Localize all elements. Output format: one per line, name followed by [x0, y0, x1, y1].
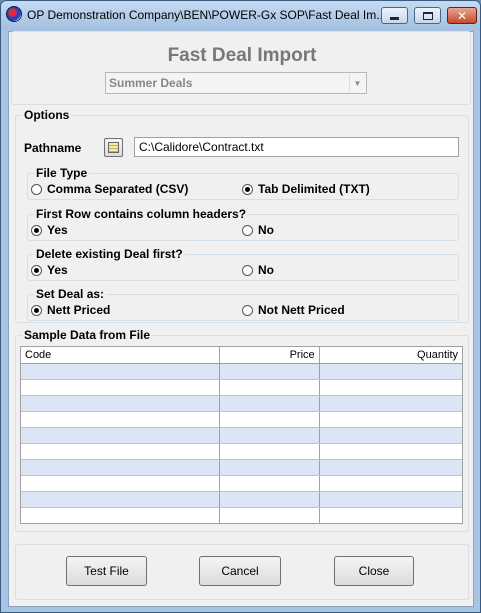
minimize-icon	[390, 17, 399, 20]
table-cell[interactable]	[21, 364, 221, 379]
table-row[interactable]	[21, 476, 462, 492]
radio-delete-yes[interactable]: Yes	[31, 263, 68, 277]
table-cell[interactable]	[220, 444, 320, 459]
table-cell[interactable]	[21, 428, 221, 443]
sample-data-label: Sample Data from File	[22, 328, 153, 342]
table-cell[interactable]	[220, 428, 320, 443]
close-icon: ✕	[456, 8, 468, 23]
radio-csv-indicator[interactable]	[31, 183, 42, 195]
table-cell[interactable]	[21, 460, 221, 475]
close-button[interactable]: Close	[334, 556, 414, 586]
close-window-button[interactable]: ✕	[447, 7, 477, 24]
table-cell[interactable]	[320, 380, 462, 395]
table-cell[interactable]	[220, 380, 320, 395]
table-cell[interactable]	[21, 444, 221, 459]
table-cell[interactable]	[220, 460, 320, 475]
table-row[interactable]	[21, 412, 462, 428]
deal-select[interactable]: Summer Deals ▼	[105, 72, 367, 94]
table-cell[interactable]	[320, 476, 462, 491]
delete-deal-label: Delete existing Deal first?	[34, 247, 185, 261]
table-row[interactable]	[21, 396, 462, 412]
test-file-button[interactable]: Test File	[66, 556, 147, 586]
table-cell[interactable]	[220, 396, 320, 411]
table-cell[interactable]	[320, 396, 462, 411]
table-body	[21, 364, 462, 523]
table-cell[interactable]	[320, 444, 462, 459]
app-icon	[6, 6, 22, 22]
table-row[interactable]	[21, 492, 462, 508]
browse-button[interactable]	[104, 138, 123, 157]
chevron-down-icon[interactable]: ▼	[349, 74, 365, 92]
window-title: OP Demonstration Company\BEN\POWER-Gx SO…	[27, 8, 387, 22]
pathname-label: Pathname	[24, 141, 82, 155]
table-row[interactable]	[21, 364, 462, 380]
radio-headers-yes-label: Yes	[47, 223, 68, 237]
table-cell[interactable]	[21, 476, 221, 491]
table-cell[interactable]	[320, 428, 462, 443]
sample-data-table[interactable]: Code Price Quantity	[20, 346, 463, 524]
radio-delete-no-indicator[interactable]	[242, 264, 253, 276]
radio-delete-yes-label: Yes	[47, 263, 68, 277]
radio-txt[interactable]: Tab Delimited (TXT)	[242, 182, 370, 196]
radio-nett-priced[interactable]: Nett Priced	[31, 303, 110, 317]
radio-nett-priced-label: Nett Priced	[47, 303, 111, 317]
headers-label: First Row contains column headers?	[34, 207, 249, 221]
radio-not-nett-priced[interactable]: Not Nett Priced	[242, 303, 345, 317]
radio-csv-label: Comma Separated (CSV)	[47, 182, 189, 196]
radio-headers-no-indicator[interactable]	[242, 224, 253, 236]
radio-nett-priced-indicator[interactable]	[31, 304, 42, 316]
table-cell[interactable]	[320, 492, 462, 507]
radio-headers-no[interactable]: No	[242, 223, 274, 237]
deal-select-value: Summer Deals	[109, 76, 193, 90]
page-title: Fast Deal Import	[167, 45, 317, 66]
table-header: Code Price Quantity	[21, 347, 462, 364]
table-cell[interactable]	[220, 508, 320, 523]
title-bar[interactable]: OP Demonstration Company\BEN\POWER-Gx SO…	[1, 1, 480, 30]
file-type-label: File Type	[34, 166, 90, 180]
table-cell[interactable]	[320, 412, 462, 427]
radio-delete-no[interactable]: No	[242, 263, 274, 277]
table-cell[interactable]	[21, 396, 221, 411]
radio-txt-label: Tab Delimited (TXT)	[258, 182, 370, 196]
set-deal-label: Set Deal as:	[34, 287, 107, 301]
radio-txt-indicator[interactable]	[242, 183, 253, 195]
radio-delete-yes-indicator[interactable]	[31, 264, 42, 276]
column-header-price[interactable]: Price	[220, 347, 320, 363]
table-row[interactable]	[21, 444, 462, 460]
fast-deal-import-window: OP Demonstration Company\BEN\POWER-Gx SO…	[0, 0, 481, 613]
table-cell[interactable]	[320, 508, 462, 523]
radio-not-nett-priced-indicator[interactable]	[242, 304, 253, 316]
table-cell[interactable]	[21, 492, 221, 507]
radio-delete-no-label: No	[258, 263, 274, 277]
table-cell[interactable]	[320, 364, 462, 379]
table-row[interactable]	[21, 508, 462, 523]
maximize-icon	[422, 11, 433, 20]
browse-icon	[108, 142, 119, 153]
minimize-button[interactable]	[381, 7, 408, 24]
options-group-label: Options	[22, 108, 72, 122]
table-cell[interactable]	[21, 508, 221, 523]
radio-not-nett-priced-label: Not Nett Priced	[258, 303, 345, 317]
table-row[interactable]	[21, 460, 462, 476]
table-cell[interactable]	[220, 364, 320, 379]
table-cell[interactable]	[220, 492, 320, 507]
table-row[interactable]	[21, 428, 462, 444]
radio-csv[interactable]: Comma Separated (CSV)	[31, 182, 188, 196]
radio-headers-yes[interactable]: Yes	[31, 223, 68, 237]
maximize-button[interactable]	[414, 7, 441, 24]
table-cell[interactable]	[21, 380, 221, 395]
radio-headers-yes-indicator[interactable]	[31, 224, 42, 236]
column-header-quantity[interactable]: Quantity	[320, 347, 462, 363]
table-row[interactable]	[21, 380, 462, 396]
dialog-body: Fast Deal Import Summer Deals ▼ Options …	[8, 31, 474, 607]
table-cell[interactable]	[220, 476, 320, 491]
table-cell[interactable]	[21, 412, 221, 427]
cancel-button[interactable]: Cancel	[199, 556, 281, 586]
radio-headers-no-label: No	[258, 223, 274, 237]
table-cell[interactable]	[320, 460, 462, 475]
table-cell[interactable]	[220, 412, 320, 427]
column-header-code[interactable]: Code	[21, 347, 221, 363]
pathname-input[interactable]	[134, 137, 459, 157]
